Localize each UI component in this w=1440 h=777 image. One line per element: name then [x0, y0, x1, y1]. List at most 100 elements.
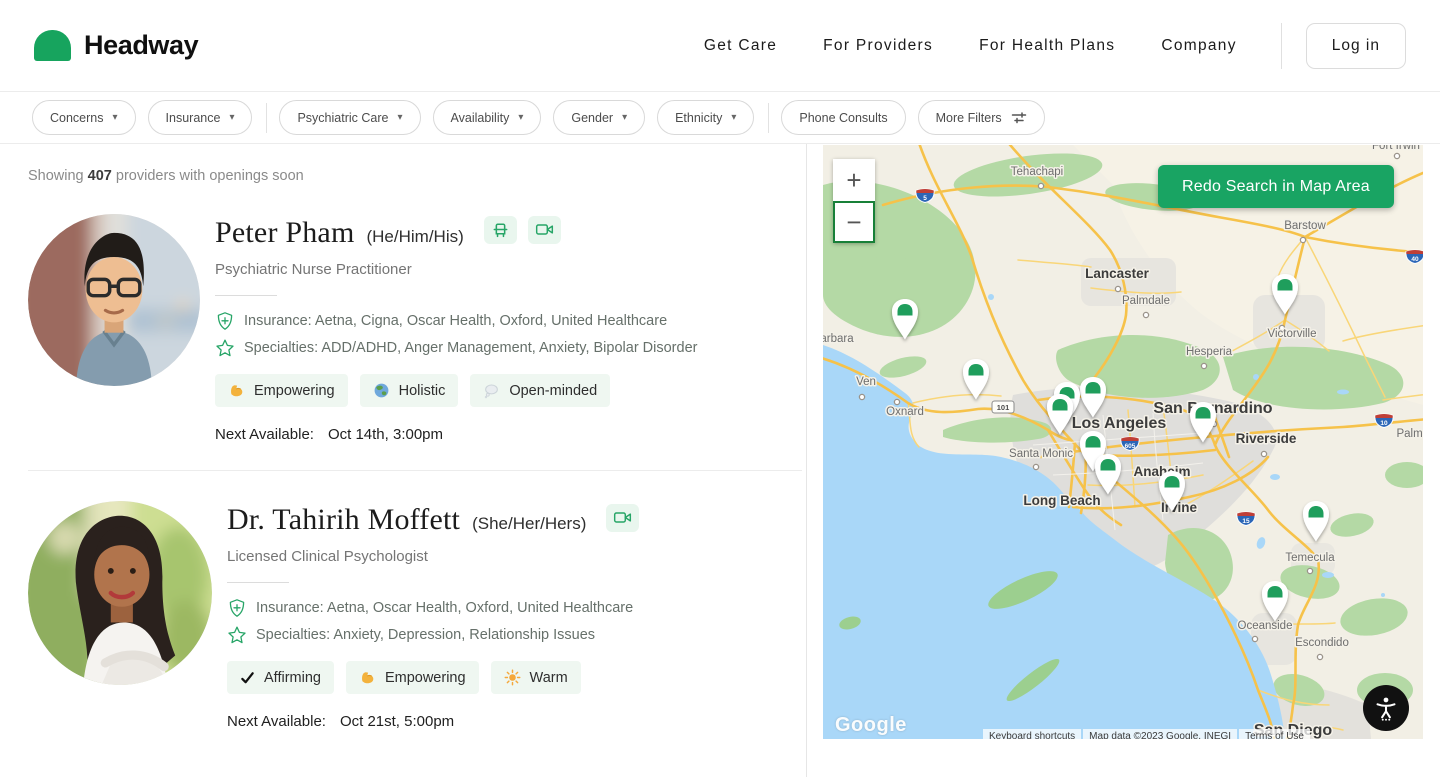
- filter-pill-label: Concerns: [50, 111, 104, 125]
- thought-icon: [483, 382, 500, 399]
- highway-shield-101: 101: [992, 401, 1014, 413]
- nav-item-for-health-plans[interactable]: For Health Plans: [979, 37, 1115, 55]
- headway-logo[interactable]: Headway: [34, 30, 198, 61]
- trait-badge-open-minded: Open-minded: [470, 374, 610, 407]
- map-town-dot: [1300, 237, 1305, 242]
- filter-pill-label: Gender: [571, 111, 613, 125]
- map-town-dot: [1261, 451, 1266, 456]
- map-data-text: Map data ©2023 Google, INEGI: [1083, 729, 1237, 739]
- provider-divider: [215, 295, 277, 296]
- provider-name[interactable]: Dr. Tahirih Moffett: [227, 503, 460, 537]
- accessibility-icon: [1373, 695, 1399, 721]
- trait-label: Empowering: [254, 383, 335, 399]
- map-label-santa-monic: Santa Monic: [1009, 448, 1073, 460]
- results-summary: Showing 407 providers with openings soon: [28, 168, 806, 184]
- check-icon: [240, 670, 255, 685]
- map-label-palmdale: Palmdale: [1122, 295, 1170, 307]
- video-icon: [535, 222, 554, 237]
- google-logo[interactable]: Google: [835, 714, 907, 737]
- filter-pill-psychiatric-care[interactable]: Psychiatric Care▾: [279, 100, 420, 135]
- results-panel: Showing 407 providers with openings soon: [0, 144, 806, 777]
- headway-logo-text: Headway: [84, 30, 198, 61]
- next-available-value: Oct 14th, 3:00pm: [328, 426, 443, 443]
- map-town-dot: [1038, 183, 1043, 188]
- accessibility-button[interactable]: [1363, 685, 1409, 731]
- specialties-text: Specialties: ADD/ADHD, Anger Management,…: [244, 340, 697, 356]
- provider-card: Peter Pham(He/Him/His) Psychiatric Nurse …: [28, 214, 806, 443]
- map-town-dot: [1307, 568, 1312, 573]
- provider-name[interactable]: Peter Pham: [215, 216, 354, 250]
- terms-of-use-link[interactable]: Terms of Use: [1239, 729, 1310, 739]
- interstate-shield-number: 5: [923, 195, 927, 202]
- insurance-text: Insurance: Aetna, Cigna, Oscar Health, O…: [244, 313, 667, 329]
- provider-card: Dr. Tahirih Moffett (She/Her/Hers) License…: [28, 501, 806, 730]
- next-available-label: Next Available:: [227, 713, 326, 730]
- filter-pill-insurance[interactable]: Insurance▾: [148, 100, 253, 135]
- keyboard-shortcuts-link[interactable]: Keyboard shortcuts: [983, 729, 1081, 739]
- header: Headway Get Care For Providers For Health …: [0, 0, 1440, 92]
- provider-info: Peter Pham(He/Him/His) Psychiatric Nurse …: [215, 214, 697, 443]
- chevron-down-icon: ▾: [622, 113, 627, 123]
- provider-pronouns: (She/Her/Hers): [472, 514, 586, 534]
- map-canvas[interactable]: Fort Irwin Tehachapi Barstow Lancaster Palmd…: [823, 145, 1423, 739]
- video-icon: [613, 510, 632, 525]
- us-shield-number: 101: [997, 403, 1010, 412]
- map-label-long-beach: Long Beach: [1023, 493, 1100, 508]
- map-label-lancaster: Lancaster: [1085, 266, 1150, 281]
- chevron-down-icon: ▾: [731, 113, 736, 123]
- map-geography: Fort Irwin Tehachapi Barstow Lancaster Palmd…: [823, 145, 1423, 739]
- nav-item-get-care[interactable]: Get Care: [704, 37, 777, 55]
- filter-pill-more-filters[interactable]: More Filters: [918, 100, 1045, 135]
- trait-label: Affirming: [264, 670, 321, 686]
- map-label-escondido: Escondido: [1295, 637, 1349, 649]
- provider-divider: [227, 582, 289, 583]
- map-label-tehachapi: Tehachapi: [1011, 166, 1063, 178]
- filter-pill-gender[interactable]: Gender ▾: [553, 100, 645, 135]
- filter-group-divider: [266, 103, 267, 133]
- filter-pill-label: Insurance: [166, 111, 221, 125]
- summary-suffix: providers with openings soon: [112, 168, 304, 184]
- trait-label: Empowering: [385, 670, 466, 686]
- interstate-shield-number: 40: [1411, 256, 1419, 263]
- map-label-ven: Ven: [856, 376, 876, 388]
- zoom-out-button[interactable]: −: [833, 201, 875, 243]
- insurance-row: Insurance: Aetna, Oscar Health, Oxford, …: [227, 598, 639, 618]
- login-button[interactable]: Log in: [1306, 23, 1406, 69]
- filter-pill-label: More Filters: [936, 111, 1002, 125]
- provider-name-row: Peter Pham(He/Him/His): [215, 216, 697, 250]
- nav-item-for-providers[interactable]: For Providers: [823, 37, 933, 55]
- session-type-badge: [528, 216, 561, 244]
- chevron-down-icon: ▾: [518, 113, 523, 123]
- map-label-barstow: Barstow: [1284, 220, 1326, 232]
- zoom-in-button[interactable]: +: [833, 159, 875, 201]
- map-town-dot: [1252, 636, 1257, 641]
- map-town-dot: [859, 394, 864, 399]
- provider-avatar: [28, 214, 200, 386]
- star-icon: [227, 625, 247, 645]
- map-town-dot: [1317, 654, 1322, 659]
- filter-pill-ethnicity[interactable]: Ethnicity▾: [657, 100, 754, 135]
- sliders-icon: [1011, 111, 1027, 124]
- map-label-temecula: Temecula: [1285, 552, 1335, 564]
- map-town-dot: [1143, 312, 1148, 317]
- nav-item-company[interactable]: Company: [1161, 37, 1236, 55]
- provider-title: Licensed Clinical Psychologist: [227, 548, 639, 565]
- session-type-badge: [606, 504, 639, 532]
- map-label-oxnard: Oxnard: [886, 406, 924, 418]
- map-label-fort-irwin: Fort Irwin: [1372, 145, 1420, 152]
- next-available-label: Next Available:: [215, 426, 314, 443]
- shield-plus-icon: [215, 311, 235, 331]
- trait-label: Warm: [530, 670, 568, 686]
- provider-title: Psychiatric Nurse Practitioner: [215, 261, 697, 278]
- map-town-dot: [1033, 464, 1038, 469]
- page-root: Headway Get Care For Providers For Health …: [0, 0, 1440, 777]
- nav-divider: [1281, 23, 1282, 69]
- filter-bar: Concerns▾Insurance▾Psychiatric Care▾Avai…: [0, 92, 1440, 144]
- filter-pill-availability[interactable]: Availability▾: [433, 100, 542, 135]
- list-map-divider: [806, 144, 807, 777]
- sun-icon: [504, 669, 521, 686]
- headway-logo-icon: [34, 30, 71, 61]
- redo-search-button[interactable]: Redo Search in Map Area: [1158, 165, 1394, 208]
- filter-pill-concerns[interactable]: Concerns▾: [32, 100, 136, 135]
- filter-pill-phone-consults[interactable]: Phone Consults: [781, 100, 905, 135]
